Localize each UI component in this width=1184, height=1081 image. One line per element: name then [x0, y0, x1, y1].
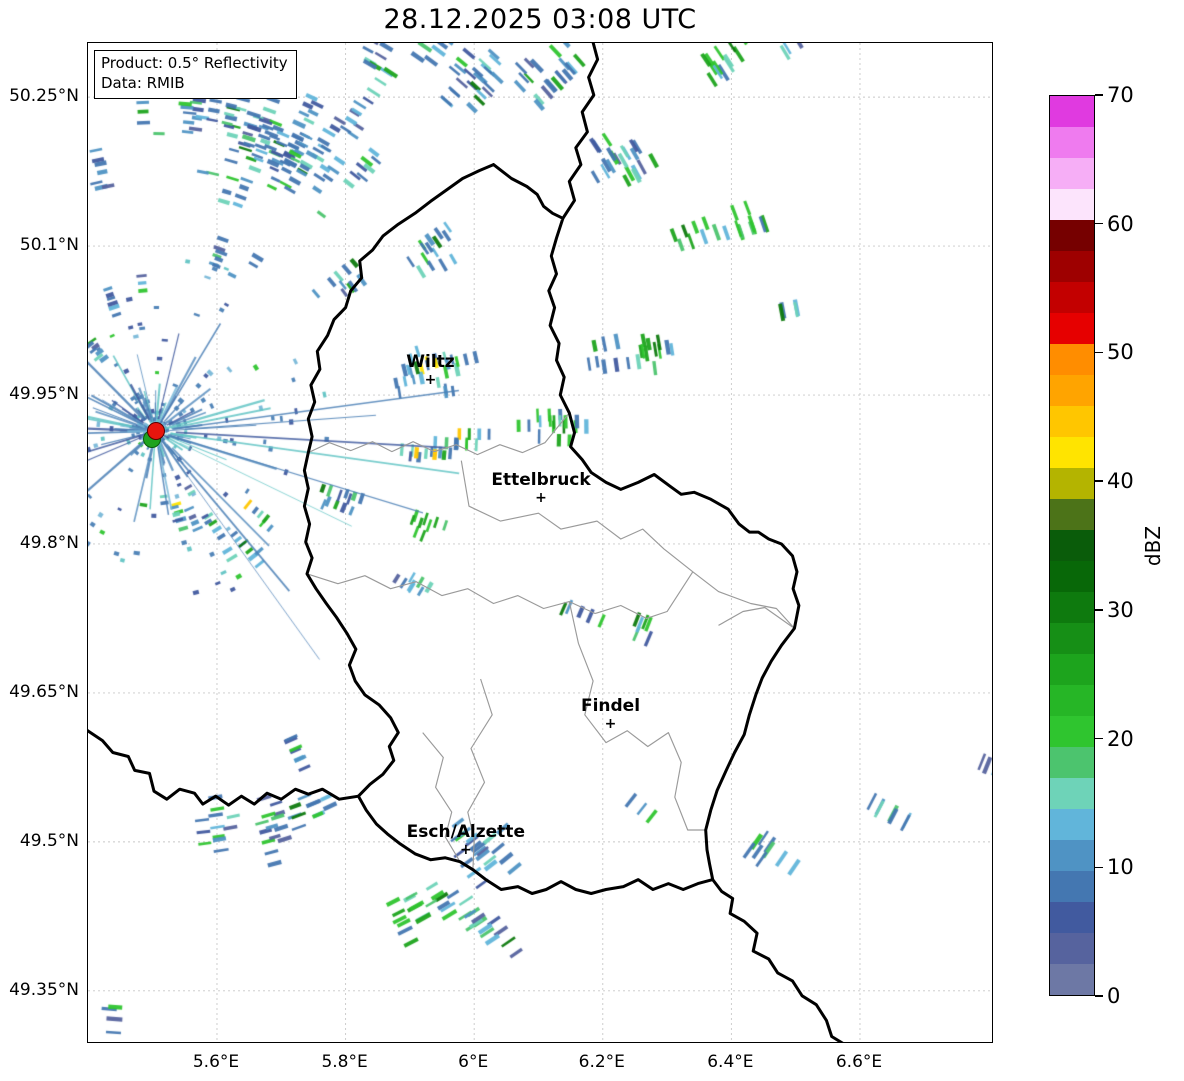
colorbar-segment [1050, 499, 1094, 530]
colorbar-segment [1050, 530, 1094, 561]
colorbar-tick-label: 70 [1107, 83, 1134, 107]
lat-tick-label: 49.8°N [19, 532, 79, 553]
colorbar-tick-label: 0 [1107, 984, 1121, 1008]
region-border [306, 571, 694, 619]
colorbar-segment [1050, 189, 1094, 220]
region-border [568, 601, 706, 831]
colorbar-segment [1050, 902, 1094, 933]
colorbar-tick [1095, 351, 1103, 354]
colorbar-tick [1095, 995, 1103, 997]
region-border [308, 412, 570, 456]
colorbar-segment [1050, 716, 1094, 747]
city-label: Wiltz [406, 352, 455, 373]
colorbar-segment [1050, 747, 1094, 778]
colorbar-segment [1050, 840, 1094, 871]
colorbar-segment [1050, 127, 1094, 158]
colorbar-segment [1050, 406, 1094, 437]
city-plus-marker: + [535, 490, 547, 507]
belgium-germany-border [561, 43, 600, 220]
product-info-box: Product: 0.5° Reflectivity Data: RMIB [94, 50, 297, 99]
city-plus-marker: + [424, 372, 437, 389]
city-label: Ettelbruck [491, 470, 591, 491]
lon-tick-label: 6°E [458, 1052, 489, 1072]
lat-tick-label: 50.25°N [9, 86, 79, 107]
colorbar-tick-label: 50 [1107, 340, 1134, 365]
colorbar-tick [1095, 480, 1103, 482]
colorbar-segment [1050, 933, 1094, 964]
colorbar-tick-label: 30 [1107, 597, 1134, 622]
lat-tick-label: 50.1°N [19, 235, 79, 256]
colorbar-segment [1050, 313, 1094, 344]
colorbar-segment [1050, 964, 1094, 995]
colorbar-tick-label: 20 [1107, 726, 1134, 751]
france-belgium-border [88, 729, 360, 807]
country-borders-layer [88, 43, 844, 1042]
colorbar-segment [1050, 437, 1094, 468]
colorbar-tick-label: 10 [1107, 855, 1134, 880]
colorbar-tick [1095, 737, 1103, 740]
colorbar-segment [1050, 375, 1094, 406]
colorbar-segment [1050, 654, 1094, 685]
colorbar-segment [1050, 871, 1094, 902]
lat-tick-label: 49.95°N [9, 384, 79, 405]
colorbar-tick-label: 40 [1107, 469, 1134, 494]
france-germany-border [711, 878, 844, 1042]
lon-tick-label: 6.6°E [835, 1052, 883, 1072]
radar-figure: 28.12.2025 03:08 UTC Product: 0.5° Refle… [0, 0, 1184, 1081]
figure-title: 28.12.2025 03:08 UTC [383, 4, 697, 35]
colorbar-segment [1050, 623, 1094, 654]
colorbar-tick [1095, 609, 1103, 611]
colorbar-segment [1050, 251, 1094, 282]
lon-tick-label: 5.6°E [192, 1052, 240, 1072]
region-border [718, 606, 795, 629]
data-source-line: Data: RMIB [101, 74, 185, 93]
colorbar-segment [1050, 592, 1094, 623]
lat-tick-label: 49.35°N [9, 979, 79, 1000]
colorbar-tick [1095, 94, 1103, 96]
colorbar-segment [1050, 685, 1094, 716]
colorbar-segment [1050, 561, 1094, 592]
lon-tick-label: 6.4°E [707, 1052, 754, 1072]
lon-tick-label: 6.2°E [578, 1052, 625, 1072]
lon-tick-label: 5.8°E [321, 1052, 368, 1072]
colorbar-segment [1050, 809, 1094, 840]
colorbar-segment [1050, 468, 1094, 499]
colorbar-tick [1095, 866, 1103, 868]
colorbar-segment [1050, 344, 1094, 375]
lat-tick-label: 49.5°N [19, 830, 79, 851]
colorbar-unit-label: dBZ [1141, 525, 1165, 566]
lat-tick-label: 49.65°N [9, 681, 79, 702]
colorbar-segment [1050, 778, 1094, 809]
radar-site-dot [146, 422, 165, 441]
city-label: Findel [580, 695, 641, 716]
colorbar-segment [1050, 282, 1094, 313]
city-plus-marker: + [604, 715, 617, 732]
region-border [422, 732, 461, 862]
city-label: Esch/Alzette [406, 821, 525, 842]
colorbar-tick [1095, 223, 1103, 225]
luxembourg-border [302, 163, 801, 895]
colorbar [1049, 95, 1095, 996]
colorbar-segment [1050, 96, 1094, 127]
colorbar-tick-label: 60 [1107, 211, 1134, 236]
city-plus-marker: + [459, 841, 472, 858]
product-line: Product: 0.5° Reflectivity [101, 54, 288, 72]
colorbar-segment [1050, 158, 1094, 189]
colorbar-segment [1050, 220, 1094, 251]
map-plot-area: Product: 0.5° Reflectivity Data: RMIB Wi… [87, 42, 993, 1043]
